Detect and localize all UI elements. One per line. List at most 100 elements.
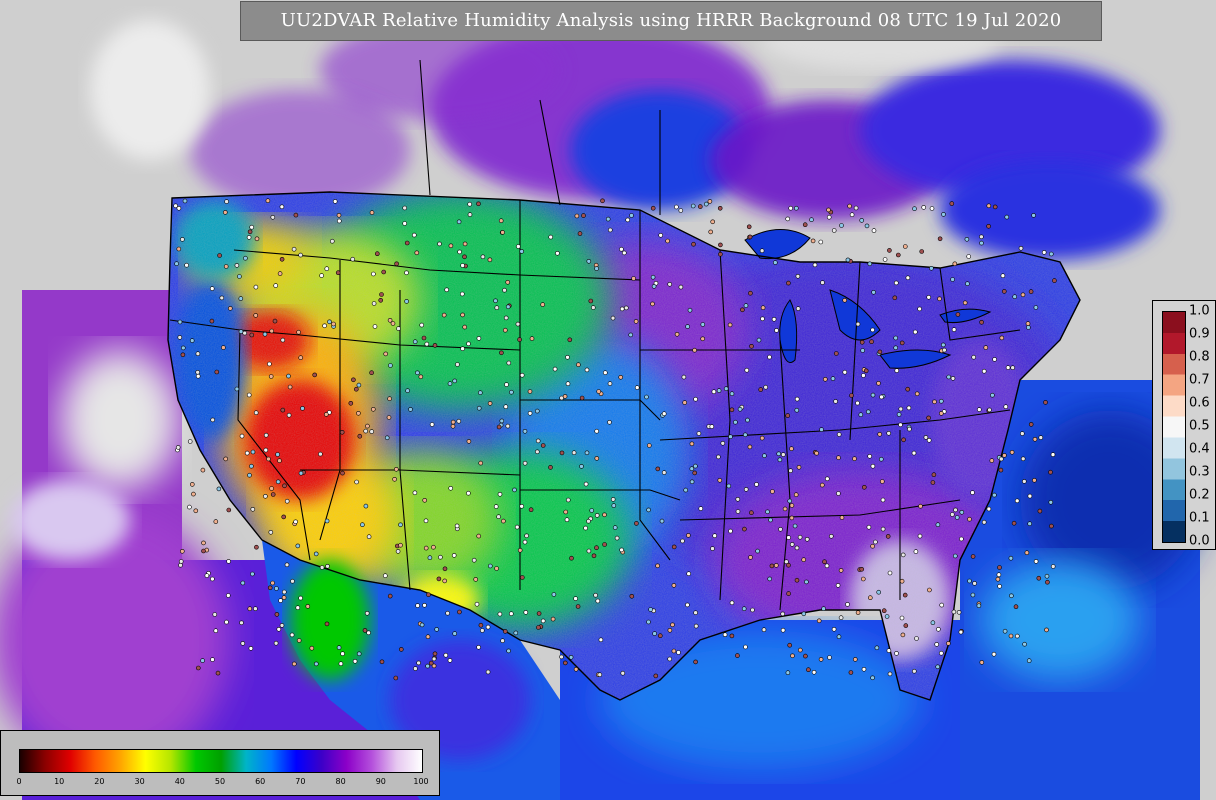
- station-marker: [416, 660, 421, 666]
- station-marker: [476, 201, 481, 207]
- station-marker: [246, 392, 252, 398]
- station-marker: [927, 587, 932, 593]
- station-marker: [607, 419, 612, 425]
- station-marker: [448, 485, 454, 491]
- station-marker: [759, 248, 765, 253]
- station-marker: [351, 377, 356, 383]
- station-marker: [1045, 579, 1050, 585]
- station-marker: [873, 539, 878, 545]
- station-marker: [369, 210, 375, 215]
- station-marker: [263, 447, 269, 453]
- station-marker: [296, 329, 301, 335]
- station-marker: [584, 367, 590, 373]
- station-marker: [729, 391, 735, 397]
- station-marker: [874, 645, 880, 651]
- station-marker: [562, 660, 568, 666]
- station-marker: [402, 205, 408, 211]
- station-marker: [223, 264, 229, 269]
- station-marker: [263, 493, 268, 499]
- station-marker: [1041, 250, 1047, 255]
- station-marker: [223, 210, 228, 215]
- station-marker: [287, 384, 293, 390]
- station-marker: [442, 578, 448, 584]
- station-marker: [242, 330, 247, 336]
- station-marker: [234, 386, 240, 392]
- station-marker: [267, 585, 273, 591]
- station-marker: [195, 351, 201, 357]
- station-marker: [494, 566, 499, 571]
- station-marker: [979, 240, 984, 246]
- station-marker: [522, 428, 528, 434]
- station-marker: [466, 490, 471, 496]
- station-marker: [716, 454, 721, 460]
- station-marker: [404, 270, 409, 276]
- station-marker: [459, 291, 465, 297]
- station-marker: [452, 631, 458, 636]
- station-marker: [279, 623, 285, 628]
- station-marker: [644, 394, 649, 400]
- station-marker: [782, 506, 788, 512]
- station-marker: [184, 262, 189, 268]
- station-marker: [693, 659, 698, 665]
- station-marker: [471, 557, 477, 563]
- station-marker: [348, 400, 354, 406]
- station-marker: [519, 372, 525, 378]
- station-marker: [387, 593, 393, 599]
- station-marker: [284, 562, 290, 568]
- station-marker: [824, 563, 830, 569]
- station-marker: [914, 636, 919, 641]
- station-marker: [1000, 273, 1006, 279]
- station-marker: [226, 559, 231, 564]
- station-marker: [402, 221, 408, 226]
- station-marker: [305, 604, 311, 609]
- station-marker: [360, 522, 365, 528]
- station-marker: [563, 509, 569, 515]
- station-marker: [591, 553, 597, 559]
- station-marker: [935, 664, 941, 670]
- station-marker: [877, 431, 883, 437]
- station-marker: [793, 205, 799, 211]
- station-marker: [746, 224, 752, 230]
- station-marker: [833, 351, 839, 356]
- station-marker: [379, 659, 385, 665]
- map-title: UU2DVAR Relative Humidity Analysis using…: [240, 1, 1102, 41]
- station-marker: [467, 212, 473, 217]
- station-marker: [586, 258, 592, 264]
- station-marker: [671, 544, 677, 550]
- station-marker: [454, 523, 460, 529]
- station-marker: [1049, 523, 1054, 529]
- station-marker: [579, 464, 584, 469]
- station-marker: [869, 339, 874, 345]
- station-marker: [502, 287, 507, 293]
- station-marker: [474, 601, 480, 607]
- rh-colorbar-legend: 0 10 20 30 40 50 60 70 80 90 100: [0, 730, 440, 796]
- station-marker: [295, 605, 301, 611]
- station-marker: [667, 281, 673, 287]
- station-marker: [515, 244, 521, 249]
- station-marker: [750, 607, 755, 613]
- station-marker: [661, 470, 667, 475]
- station-marker: [726, 483, 732, 489]
- station-marker: [898, 406, 904, 412]
- station-marker: [911, 668, 917, 674]
- station-marker: [780, 611, 786, 617]
- station-marker: [374, 251, 380, 256]
- rh-tick-label: 50: [214, 777, 226, 786]
- station-marker: [870, 463, 876, 469]
- station-marker: [534, 408, 540, 414]
- station-marker: [801, 611, 807, 617]
- station-marker: [905, 386, 911, 392]
- station-marker: [262, 331, 268, 337]
- station-marker: [517, 337, 522, 342]
- station-marker: [478, 460, 484, 466]
- station-marker: [620, 670, 626, 676]
- station-marker: [690, 203, 696, 209]
- station-marker: [722, 632, 728, 638]
- station-marker: [588, 298, 594, 304]
- station-marker: [496, 424, 502, 430]
- station-marker: [743, 487, 749, 492]
- station-marker: [444, 287, 450, 293]
- station-marker: [685, 324, 690, 329]
- station-marker: [338, 661, 344, 667]
- station-marker: [955, 312, 961, 317]
